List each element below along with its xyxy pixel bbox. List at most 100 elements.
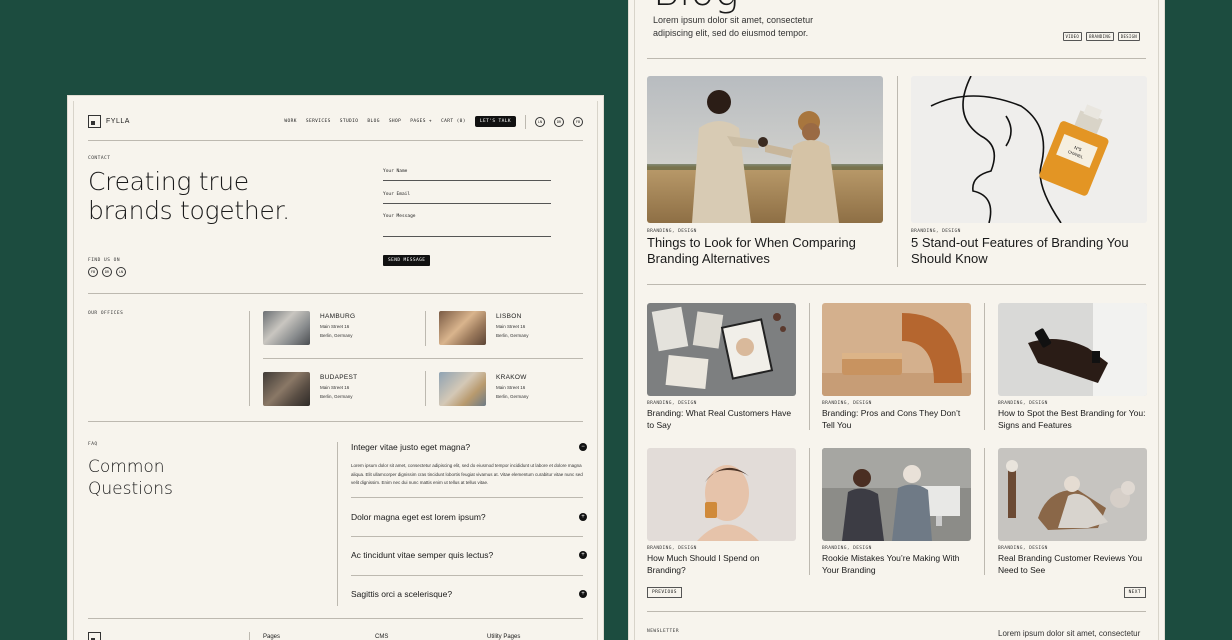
expand-icon[interactable]: + (579, 551, 587, 559)
office-card: LISBON Main Street 16 Berlin, Germany (439, 311, 529, 345)
office-card: BUDAPEST Main Street 16 Berlin, Germany (263, 372, 357, 406)
post-image[interactable] (998, 303, 1147, 396)
right-page-inner: Blog Lorem ipsum dolor sit amet, consect… (634, 0, 1159, 640)
top-navigation: FYLLA WORK SERVICES STUDIO BLOG SHOP PAG… (88, 114, 583, 141)
faq-item-divider (351, 536, 583, 537)
nav-links: WORK SERVICES STUDIO BLOG SHOP PAGES + C… (284, 114, 583, 129)
post-image[interactable] (822, 303, 971, 396)
name-field[interactable]: Your Name (383, 169, 551, 181)
nav-item-shop[interactable]: SHOP (389, 119, 401, 124)
offices-label: OUR OFFICES (88, 311, 124, 316)
post-image[interactable] (822, 448, 971, 541)
nav-item-work[interactable]: WORK (284, 119, 296, 124)
post-image[interactable] (647, 76, 883, 223)
expand-icon[interactable]: + (579, 513, 587, 521)
previous-page-button[interactable]: PREVIOUS (647, 587, 682, 598)
footer-col-pages: Pages (263, 634, 281, 640)
tag-filters: VIDEO BRANDING DESIGN (1062, 32, 1140, 41)
post-image[interactable] (647, 303, 796, 396)
contact-label: CONTACT (88, 156, 111, 161)
footer-col-cms: CMS (375, 634, 389, 640)
message-field[interactable]: Your Message (383, 214, 551, 237)
reading-woman-photo (998, 448, 1147, 541)
nav-item-studio[interactable]: STUDIO (340, 119, 359, 124)
collapse-icon[interactable]: − (579, 443, 587, 451)
faq-heading-line-1: Common (88, 457, 165, 477)
post-title[interactable]: How Much Should I Spend on Branding? (647, 552, 797, 576)
office-city: Berlin, Germany (320, 393, 353, 399)
office-image (439, 311, 486, 345)
nav-divider (525, 114, 526, 129)
section-divider (88, 421, 583, 422)
expand-icon[interactable]: + (579, 590, 587, 598)
offices-divider (425, 311, 426, 346)
office-team-photo (822, 448, 971, 541)
post-category: BRANDING, DESIGN (998, 401, 1048, 406)
faq-question[interactable]: Integer vitae justo eget magna? − (351, 442, 587, 452)
faq-question[interactable]: Dolor magna eget est lorem ipsum? + (351, 512, 587, 522)
dribbble-icon[interactable]: DR (554, 116, 564, 127)
lets-talk-button[interactable]: LET'S TALK (474, 116, 516, 127)
post-image[interactable] (998, 448, 1147, 541)
faq-question[interactable]: Sagittis orci a scelerisque? + (351, 589, 587, 599)
office-city: Berlin, Germany (496, 332, 529, 338)
faq-divider (337, 442, 338, 606)
offices-row-divider (263, 358, 583, 359)
footer-divider (88, 618, 583, 619)
post-title[interactable]: Real Branding Customer Reviews You Need … (998, 552, 1148, 576)
faq-label: FAQ (88, 442, 98, 447)
post-image[interactable]: N°5 CHANEL (911, 76, 1147, 223)
contact-page-preview: FYLLA WORK SERVICES STUDIO BLOG SHOP PAG… (67, 95, 604, 640)
section-divider (88, 293, 583, 294)
footer-divider (647, 611, 1146, 612)
nav-item-cart[interactable]: CART (0) (441, 119, 466, 124)
office-name: HAMBURG (320, 313, 356, 320)
left-page-inner: FYLLA WORK SERVICES STUDIO BLOG SHOP PAG… (73, 101, 598, 640)
post-title[interactable]: Branding: Pros and Cons They Don’t Tell … (822, 407, 972, 431)
tag-video[interactable]: VIDEO (1062, 32, 1083, 41)
row-divider (647, 284, 1146, 285)
linkedin-icon[interactable]: LN (535, 116, 545, 127)
couple-photo (647, 76, 883, 223)
arch-object-photo (822, 303, 971, 396)
offices-divider (425, 371, 426, 406)
office-street: Main Street 16 (496, 324, 526, 329)
post-title[interactable]: Things to Look for When Comparing Brandi… (647, 235, 887, 267)
offices-divider (249, 311, 250, 406)
post-title[interactable]: 5 Stand-out Features of Branding You Sho… (911, 235, 1147, 267)
nav-item-blog[interactable]: BLOG (367, 119, 379, 124)
footer-col-utility: Utility Pages (487, 634, 521, 640)
post-image[interactable] (647, 448, 796, 541)
post-category: BRANDING, DESIGN (911, 229, 961, 234)
office-image (263, 311, 310, 345)
dribbble-icon[interactable]: DR (102, 267, 112, 277)
logo-text[interactable]: FYLLA (106, 118, 130, 125)
send-message-button[interactable]: SEND MESSAGE (383, 255, 431, 266)
nav-item-services[interactable]: SERVICES (306, 119, 331, 124)
post-title[interactable]: How to Spot the Best Branding for You: S… (998, 407, 1148, 431)
post-divider (984, 448, 985, 575)
post-title[interactable]: Rookie Mistakes You’re Making With Your … (822, 552, 972, 576)
linkedin-icon[interactable]: LN (116, 267, 126, 277)
post-title[interactable]: Branding: What Real Customers Have to Sa… (647, 407, 797, 431)
newsletter-text: Lorem ipsum dolor sit amet, consectetur (998, 629, 1141, 638)
find-us-social: FB DR LN (88, 267, 126, 277)
tag-design[interactable]: DESIGN (1117, 32, 1140, 41)
facebook-icon[interactable]: FB (88, 267, 98, 277)
faq-question[interactable]: Ac tincidunt vitae semper quis lectus? + (351, 550, 587, 560)
facebook-icon[interactable]: FB (573, 116, 583, 127)
faq-question-text: Dolor magna eget est lorem ipsum? (351, 512, 486, 522)
post-category: BRANDING, DESIGN (998, 546, 1048, 551)
post-divider (809, 303, 810, 430)
footer-logo-icon[interactable] (88, 632, 101, 640)
email-field[interactable]: Your Email (383, 192, 551, 204)
hands-phone-photo (998, 303, 1147, 396)
post-divider (809, 448, 810, 575)
footer-divider (249, 632, 250, 640)
logo-icon[interactable] (88, 115, 101, 128)
nav-item-pages[interactable]: PAGES + (410, 119, 432, 124)
tag-branding[interactable]: BRANDING (1086, 32, 1114, 41)
find-us-label: FIND US ON (88, 258, 121, 263)
next-page-button[interactable]: NEXT (1123, 587, 1146, 598)
hero-line-2: brands together. (88, 196, 290, 225)
